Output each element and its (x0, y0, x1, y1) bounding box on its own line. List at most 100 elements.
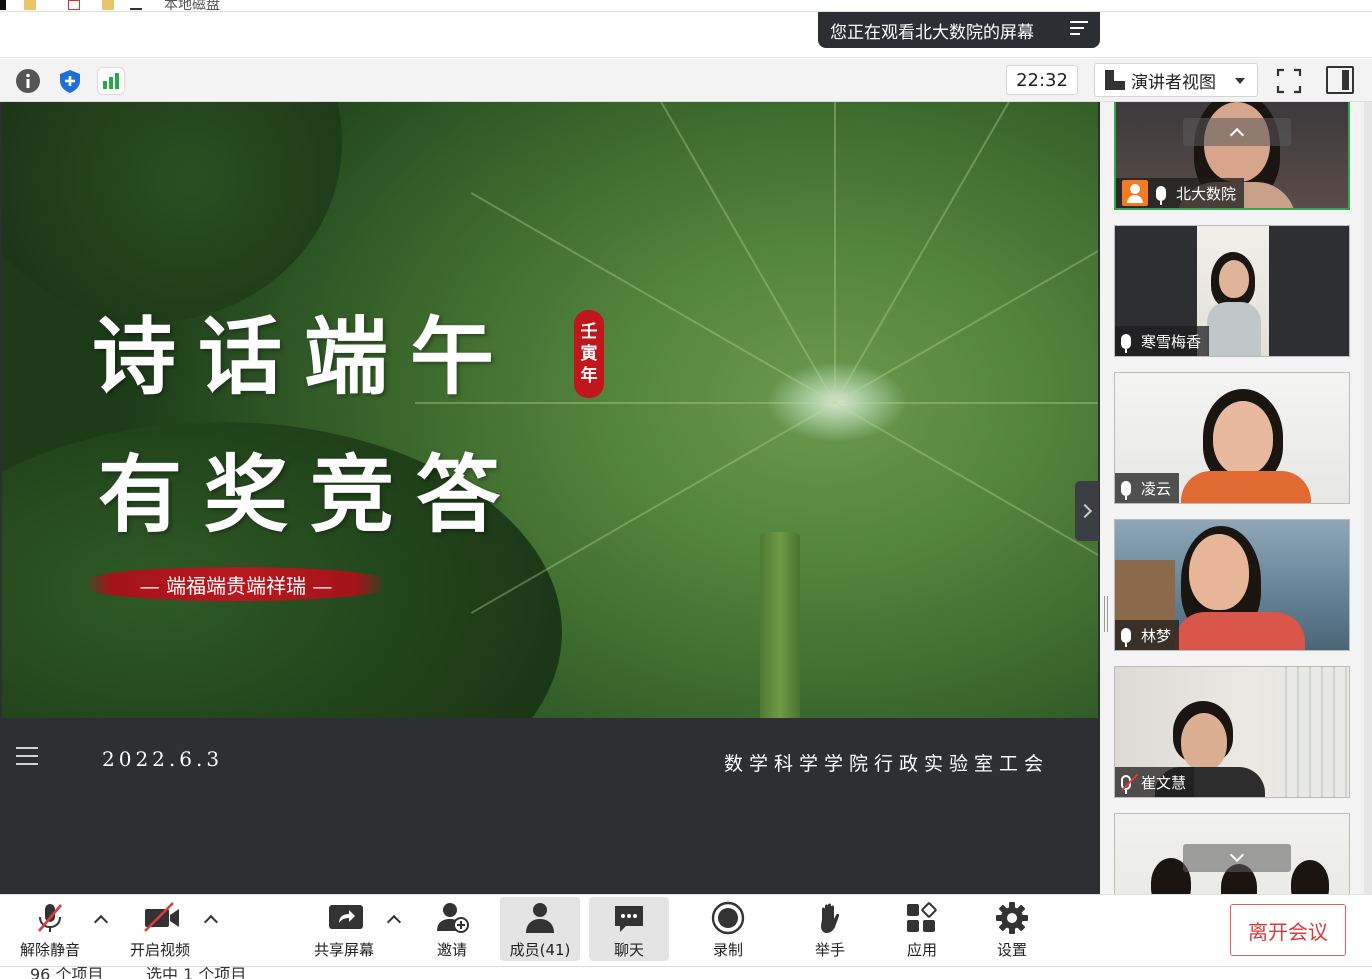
leaf-vein (834, 102, 836, 403)
explorer-path: 本地磁盘 (164, 0, 220, 12)
view-mode-label: 演讲者视图 (1131, 72, 1216, 93)
record-button[interactable]: 录制 (700, 897, 756, 961)
gallery-scroll-down-button[interactable] (1183, 844, 1291, 872)
add-user-icon (435, 901, 469, 935)
security-shield-icon[interactable] (56, 67, 84, 95)
slide-title-line-2: 有奖竞答 (98, 445, 523, 544)
check-icon (68, 0, 80, 10)
meeting-controls: 解除静音 开启视频 共享屏幕 邀请 成员(41) 聊天 录制 举手 应用 设置 … (0, 894, 1372, 966)
seal-char: 年 (580, 366, 598, 386)
share-screen-button[interactable]: 共享屏幕 (306, 897, 382, 961)
explorer-status-bar: 96 个项目 选中 1 个项目 (0, 966, 1372, 979)
microphone-icon (1121, 627, 1131, 647)
microphone-icon (1156, 185, 1166, 205)
chevron-down-icon (1229, 847, 1245, 863)
leaf-vein (834, 102, 1046, 404)
participant-tile[interactable]: 崔文慧 (1114, 666, 1350, 798)
collapse-gallery-button[interactable] (1075, 481, 1099, 541)
raise-hand-button[interactable]: 举手 (802, 897, 858, 961)
unmute-label: 解除静音 (19, 941, 80, 959)
selected-count: 选中 1 个项目 (146, 966, 247, 979)
dropdown-icon[interactable] (130, 0, 142, 10)
seal-char: 寅 (580, 344, 598, 364)
top-band (0, 12, 1372, 58)
microphone-icon (1121, 333, 1131, 353)
participant-name-tag: 寒雪梅香 (1115, 326, 1210, 356)
leaf-vein (624, 102, 836, 404)
invite-button[interactable]: 邀请 (424, 897, 480, 961)
participant-name-tag: 凌云 (1115, 473, 1180, 503)
participant-name-tag: 北大数院 (1116, 178, 1245, 208)
apps-grid-icon (905, 901, 939, 935)
leaf-vein (834, 402, 1098, 614)
gear-icon (995, 901, 1029, 935)
leaf-shadow-top (2, 102, 342, 322)
microphone-icon (1121, 480, 1131, 500)
settings-button[interactable]: 设置 (984, 897, 1040, 961)
members-button[interactable]: 成员(41) (500, 897, 580, 961)
invite-label: 邀请 (436, 941, 467, 959)
info-icon[interactable] (14, 67, 42, 95)
participant-gallery: 北大数院 寒雪梅香 凌云 林梦 崔文慧 (1112, 102, 1364, 894)
leaf-vein (470, 192, 836, 404)
unmute-button[interactable]: 解除静音 (14, 897, 86, 961)
slide-title-line-1: 诗话端午 (92, 307, 517, 406)
chat-button[interactable]: 聊天 (589, 897, 669, 961)
fullscreen-icon[interactable] (1274, 66, 1304, 96)
seal-char: 壬 (580, 322, 598, 342)
banner-menu-icon[interactable] (1070, 21, 1088, 37)
participant-tile[interactable]: 寒雪梅香 (1114, 225, 1350, 357)
raise-hand-label: 举手 (814, 941, 845, 959)
video-options-caret-icon[interactable] (203, 914, 219, 930)
share-screen-icon (327, 901, 363, 935)
sidebar-layout-icon[interactable] (1326, 66, 1354, 94)
participant-name: 北大数院 (1176, 184, 1237, 203)
chevron-up-icon (1229, 127, 1245, 143)
participant-name: 崔文慧 (1141, 773, 1187, 792)
video-off-icon (143, 901, 179, 935)
year-seal: 壬 寅 年 (574, 310, 604, 398)
host-icon (1122, 180, 1148, 206)
folder-icon (24, 0, 36, 10)
members-label: 成员(41) (509, 941, 571, 959)
explorer-strip: 本地磁盘 (0, 0, 1372, 12)
signal-bars-icon[interactable] (97, 67, 125, 95)
folder-icon (102, 0, 114, 10)
share-options-caret-icon[interactable] (386, 914, 402, 930)
item-count: 96 个项目 (30, 966, 104, 979)
slide-subtitle: — 端福端贵端祥瑞 — (86, 567, 386, 601)
view-mode-select[interactable]: 演讲者视图 (1094, 63, 1258, 97)
participant-tile[interactable]: 林梦 (1114, 519, 1350, 651)
gallery-scroll-up-button[interactable] (1183, 118, 1291, 146)
slide-organizer: 数学科学学院行政实验室工会 (724, 753, 1050, 775)
leaf-vein (834, 192, 1098, 404)
window-edge-icon (0, 0, 6, 10)
start-video-button[interactable]: 开启视频 (122, 897, 198, 961)
chat-label: 聊天 (613, 941, 644, 959)
participant-tile[interactable]: 凌云 (1114, 372, 1350, 504)
chat-bubble-icon (612, 901, 646, 935)
gallery-scrollbar[interactable] (1364, 102, 1372, 894)
gallery-splitter[interactable] (1100, 102, 1112, 894)
members-icon (523, 901, 557, 935)
audio-options-caret-icon[interactable] (93, 914, 109, 930)
slide-date: 2022.6.3 (102, 747, 224, 771)
start-video-label: 开启视频 (129, 941, 190, 959)
hand-icon (813, 901, 847, 935)
participant-name: 凌云 (1141, 479, 1172, 498)
participant-name-tag: 林梦 (1115, 620, 1180, 650)
speaker-view-icon (1105, 70, 1125, 90)
share-banner-text: 您正在观看北大数院的屏幕 (830, 22, 1034, 43)
leaf-vein (835, 402, 1098, 404)
lotus-stem (760, 532, 800, 718)
share-banner: 您正在观看北大数院的屏幕 (818, 12, 1100, 48)
slide-outline-icon[interactable] (12, 742, 42, 772)
leave-meeting-button[interactable]: 离开会议 (1230, 904, 1346, 956)
record-label: 录制 (712, 941, 743, 959)
apps-button[interactable]: 应用 (894, 897, 950, 961)
settings-label: 设置 (996, 941, 1027, 959)
share-screen-label: 共享屏幕 (313, 941, 374, 959)
meeting-toolbar: 22:32 演讲者视图 (0, 59, 1372, 102)
meeting-timer: 22:32 (1006, 65, 1078, 95)
participant-name: 林梦 (1141, 626, 1172, 645)
